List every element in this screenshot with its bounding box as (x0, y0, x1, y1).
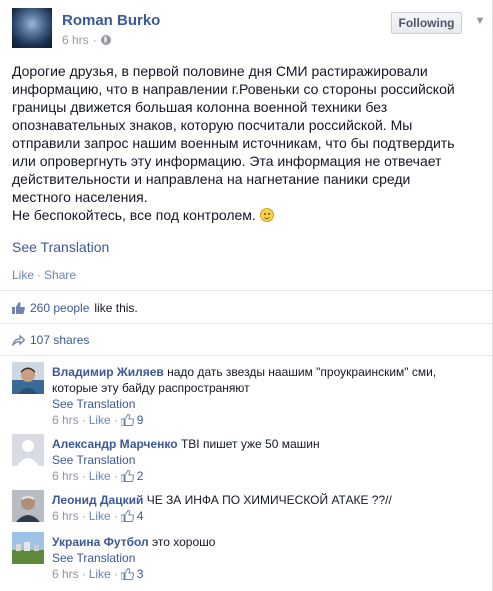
chevron-down-icon[interactable]: ▼ (473, 15, 487, 29)
comment-like-count[interactable]: 2 (137, 468, 144, 484)
meta-separator: · (113, 469, 118, 483)
commenter-avatar[interactable] (12, 490, 44, 522)
post-card: Roman Burko 6 hrs · Following ▼ Дорогие … (0, 0, 493, 591)
comment-meta: 6 hrs · Like · 9 (52, 412, 482, 428)
commenter-name[interactable]: Владимир Жиляев (52, 365, 164, 379)
meta-separator: · (81, 509, 86, 523)
see-translation-link[interactable]: See Translation (52, 396, 482, 412)
shares-summary[interactable]: 107 shares (12, 333, 89, 347)
thumbs-up-icon (120, 568, 134, 580)
post-text-line: действительности и направлена на нагнета… (12, 171, 411, 187)
comment-meta: 6 hrs · Like · 2 (52, 468, 482, 484)
post-actions: Like · Share (12, 268, 76, 282)
divider (0, 355, 493, 356)
comment-body: Леонид Дацкий ЧЕ ЗА ИНФА ПО ХИМИЧЕСКОЙ А… (52, 492, 482, 524)
divider (0, 323, 493, 324)
comment-text: ЧЕ ЗА ИНФА ПО ХИМИЧЕСКОЙ АТАКЕ ??// (146, 493, 392, 507)
share-link[interactable]: Share (44, 268, 76, 282)
thumbs-up-icon (120, 510, 134, 522)
thumbs-up-icon (120, 414, 134, 426)
post-text-line: информацию, что в направлении г.Ровеньки… (12, 81, 455, 97)
see-translation-link[interactable]: See Translation (52, 452, 482, 468)
following-button[interactable]: Following (391, 12, 462, 34)
comment-meta: 6 hrs · Like · 4 (52, 508, 482, 524)
comment-like-link[interactable]: Like (89, 566, 111, 582)
post-meta: 6 hrs · (62, 33, 111, 47)
post-text: Дорогие друзья, в первой половине дня СМ… (12, 62, 482, 224)
comment-like-count[interactable]: 4 (137, 508, 144, 524)
thumbs-up-icon (12, 302, 25, 314)
commenter-name[interactable]: Украина Футбол (52, 535, 149, 549)
likers-link[interactable]: 260 people (30, 301, 89, 315)
post-text-line: Дорогие друзья, в первой половине дня СМ… (12, 63, 428, 79)
post-text-last-line: Не беспокойтесь, все под контролем. (12, 206, 482, 224)
comment-body: Украина Футбол это хорошо See Translatio… (52, 534, 482, 582)
meta-separator: · (113, 413, 118, 427)
post-time[interactable]: 6 hrs (62, 33, 89, 47)
smiley-emoji-icon (259, 208, 274, 222)
comment-time[interactable]: 6 hrs (52, 566, 79, 582)
post-text-line: отправили запрос нашим военным источника… (12, 135, 455, 151)
post-text-line: местного населения. (12, 189, 148, 205)
meta-separator: · (81, 469, 86, 483)
commenter-avatar[interactable] (12, 532, 44, 564)
action-separator: · (37, 268, 42, 282)
commenter-avatar[interactable] (12, 362, 44, 394)
meta-separator: · (113, 567, 118, 581)
divider (0, 290, 493, 291)
commenter-name[interactable]: Леонид Дацкий (52, 493, 143, 507)
like-link[interactable]: Like (12, 268, 34, 282)
see-translation-link[interactable]: See Translation (52, 550, 482, 566)
author-name[interactable]: Roman Burko (62, 12, 160, 29)
comment-like-count[interactable]: 3 (137, 566, 144, 582)
likes-suffix: like this. (94, 301, 138, 315)
comment-text: ТВІ пишет уже 50 машин (180, 437, 320, 451)
post-text-line: опознавательных знаков, которую посчитал… (12, 117, 413, 133)
commenter-name[interactable]: Александр Марченко (52, 437, 178, 451)
comment-time[interactable]: 6 hrs (52, 468, 79, 484)
comment-like-link[interactable]: Like (89, 468, 111, 484)
comment-like-count[interactable]: 9 (137, 412, 144, 428)
comment-like-link[interactable]: Like (89, 508, 111, 524)
post-text-line: Не беспокойтесь, все под контролем. (12, 207, 256, 223)
commenter-avatar[interactable] (12, 434, 44, 466)
comment-meta: 6 hrs · Like · 3 (52, 566, 482, 582)
comment-body: Александр Марченко ТВІ пишет уже 50 маши… (52, 436, 482, 484)
comment-body: Владимир Жиляев надо дать звезды наашим … (52, 364, 482, 428)
comment-time[interactable]: 6 hrs (52, 508, 79, 524)
post-text-line: границы движется большая колонна военной… (12, 99, 388, 115)
meta-separator: · (81, 567, 86, 581)
meta-separator: · (92, 33, 97, 47)
comment-time[interactable]: 6 hrs (52, 412, 79, 428)
share-arrow-icon (12, 334, 25, 346)
see-translation-link[interactable]: See Translation (12, 239, 109, 255)
comment-like-link[interactable]: Like (89, 412, 111, 428)
meta-separator: · (81, 413, 86, 427)
globe-icon (100, 35, 111, 45)
likes-summary: 260 people like this. (12, 301, 138, 315)
post-text-line: или опровергнуть эту информацию. Эта инф… (12, 153, 442, 169)
meta-separator: · (113, 509, 118, 523)
author-avatar[interactable] (12, 8, 52, 48)
thumbs-up-icon (120, 470, 134, 482)
shares-count[interactable]: 107 shares (30, 333, 89, 347)
comment-text: это хорошо (152, 535, 216, 549)
